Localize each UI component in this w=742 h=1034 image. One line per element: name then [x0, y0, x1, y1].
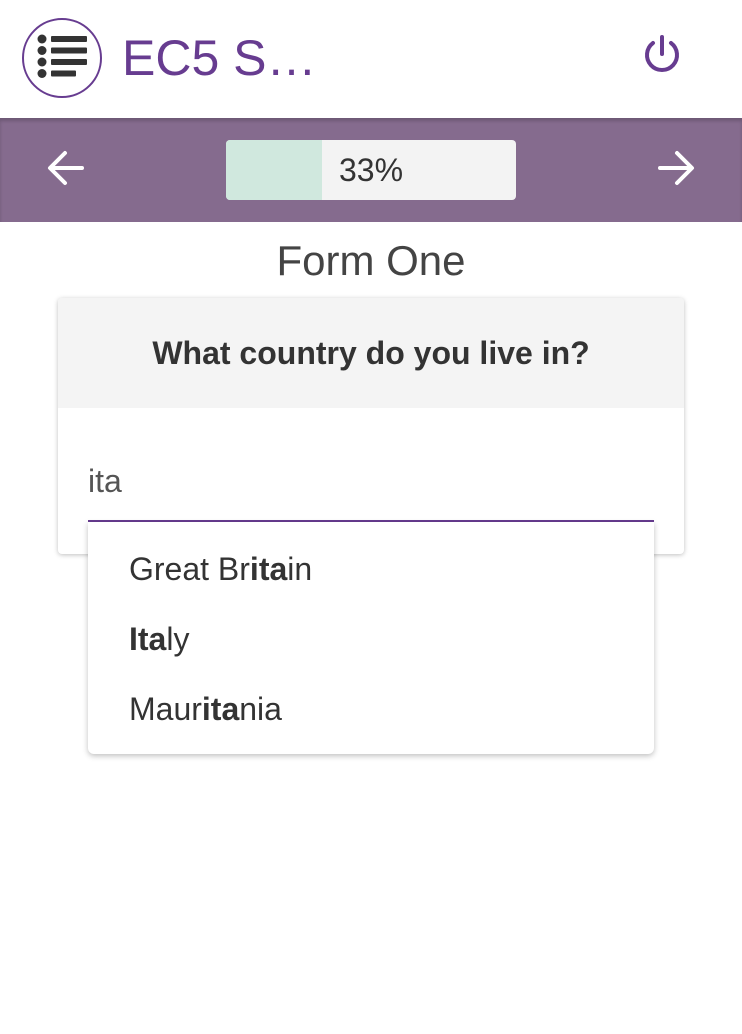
arrow-right-icon [656, 148, 696, 193]
suggestion-match: ita [249, 551, 288, 587]
suggestion-after: ly [166, 621, 190, 657]
question-header: What country do you live in? [58, 298, 684, 408]
suggestion-item[interactable]: Italy [88, 604, 654, 674]
app-title: EC5 S… [122, 30, 317, 86]
app-header: EC5 S… [0, 0, 742, 118]
country-search-input[interactable] [88, 442, 654, 524]
suggestion-after: nia [239, 691, 282, 727]
logout-button[interactable] [636, 30, 688, 82]
suggestion-match: ita [201, 691, 240, 727]
arrow-left-icon [46, 148, 86, 193]
progress-label: 33% [339, 152, 404, 188]
previous-button[interactable] [38, 142, 94, 198]
suggestion-before: Great Br [129, 551, 250, 587]
question-text: What country do you live in? [152, 334, 590, 371]
form-navigation-bar: 33% [0, 118, 742, 222]
form-title: Form One [276, 237, 466, 284]
suggestion-item[interactable]: Mauritania [88, 674, 654, 744]
suggestion-before: Maur [129, 691, 202, 727]
suggestion-match: Ita [129, 621, 167, 657]
list-icon [36, 34, 88, 83]
power-icon [640, 32, 684, 81]
menu-button[interactable] [22, 18, 102, 98]
question-card: What country do you live in? [58, 298, 684, 554]
suggestion-item[interactable]: Great Britain [88, 534, 654, 604]
next-button[interactable] [648, 142, 704, 198]
progress-bar: 33% [226, 140, 516, 200]
progress-fill [226, 140, 322, 200]
suggestion-after: in [287, 551, 313, 587]
autocomplete-suggestions: Great Britain Italy Mauritania [88, 522, 654, 754]
